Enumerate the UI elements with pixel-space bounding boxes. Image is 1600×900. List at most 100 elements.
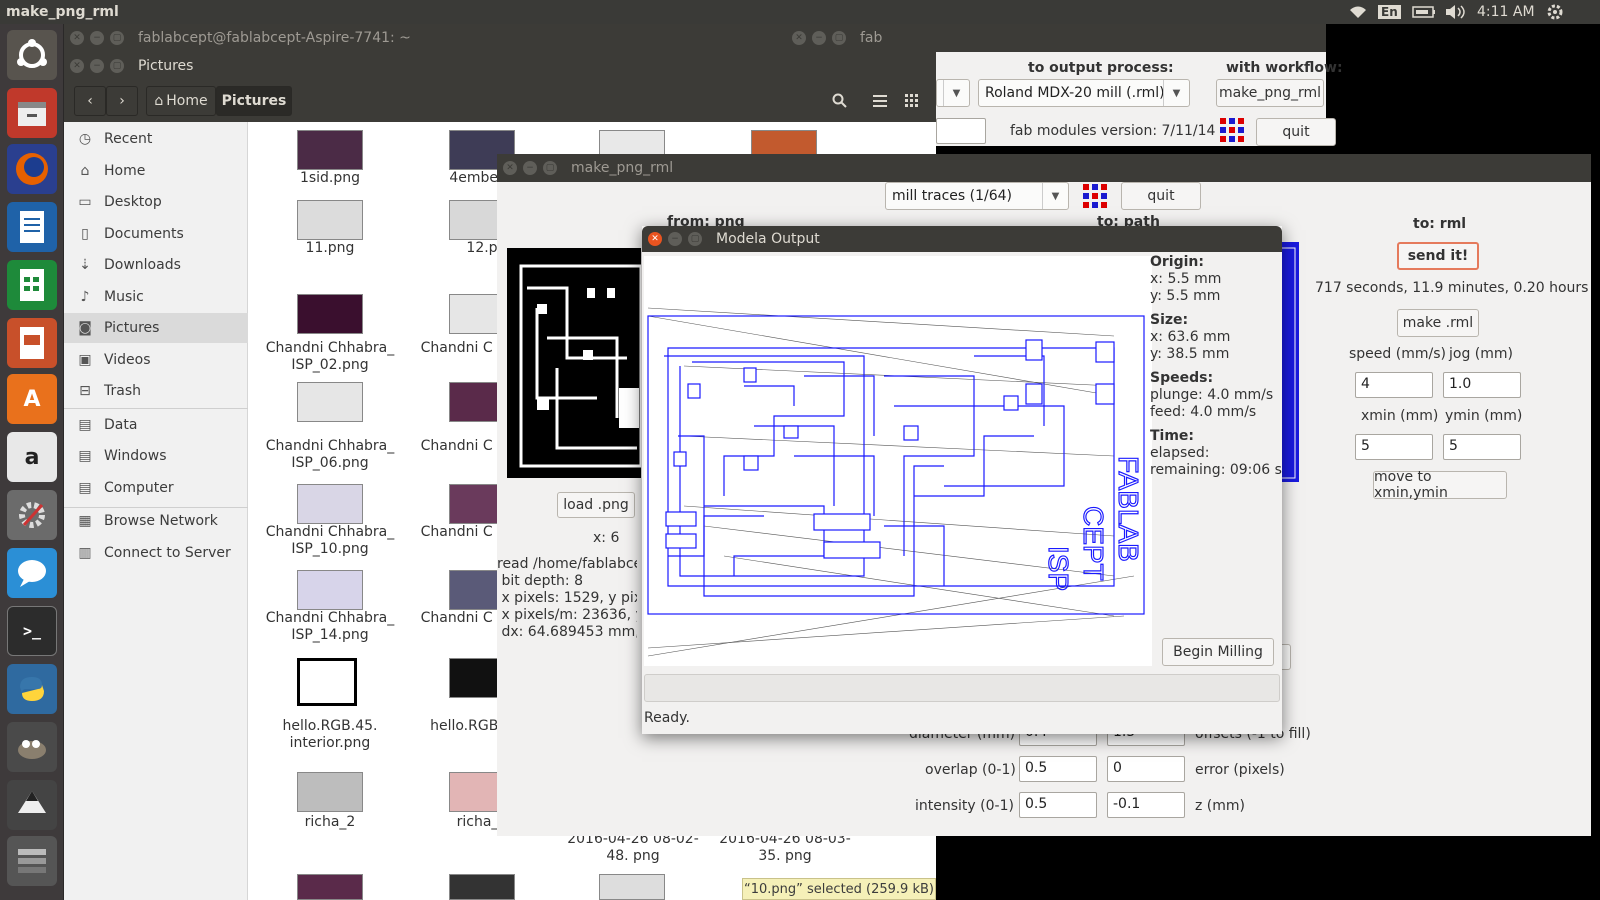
minimize-icon[interactable]: − [668,232,682,246]
search-button[interactable] [824,86,856,116]
wifi-icon[interactable] [1348,0,1368,24]
file-name[interactable]: 11.png [255,240,405,257]
terminal-icon[interactable]: >_ [7,606,57,656]
file-name[interactable]: 1sid.png [255,170,405,187]
file-thumbnail[interactable] [297,772,363,812]
amazon-icon[interactable]: a [7,432,57,482]
maximize-icon[interactable]: ▢ [110,31,124,45]
file-thumbnail[interactable] [297,484,363,524]
keyboard-layout-indicator[interactable]: En [1378,0,1401,24]
minimize-icon[interactable]: − [523,161,537,175]
file-name[interactable]: Chandni Chhabra_ ISP_14.png [255,610,405,644]
minimize-icon[interactable]: − [812,31,826,45]
volume-icon[interactable] [1444,0,1466,24]
maximize-icon[interactable]: ▢ [688,232,702,246]
close-icon[interactable]: ✕ [503,161,517,175]
grid-view-button[interactable] [896,86,928,116]
impress-icon[interactable] [7,318,57,368]
python-icon[interactable] [7,664,57,714]
fab-titlebar[interactable]: ✕ − ▢ fab [786,24,1326,52]
file-thumbnail[interactable] [297,130,363,170]
make-titlebar[interactable]: ✕ − ▢ make_png_rml [497,154,1591,182]
path-pictures-button[interactable]: Pictures [216,86,292,116]
file-thumbnail[interactable] [599,874,665,900]
file-thumbnail[interactable] [449,874,515,900]
workflow-select[interactable]: make_png_rml [1216,79,1324,107]
output-process-select[interactable]: Roland MDX-20 mill (.rml) ▼ [978,79,1190,107]
sidebar-item-browse-network[interactable]: ▦ Browse Network [76,506,246,536]
file-thumbnail[interactable] [297,294,363,334]
terminal-titlebar[interactable]: ✕ − ▢ fablabcept@fablabcept-Aspire-7741:… [64,24,786,52]
files-icon[interactable] [7,88,57,138]
file-name[interactable]: Chandni Chhabra_ ISP_10.png [255,524,405,558]
sidebar-item-documents[interactable]: ▯ Documents [76,219,246,249]
back-button[interactable]: ‹ [74,86,106,116]
path-home-button[interactable]: ⌂ Home [146,86,216,116]
jog-input[interactable]: 1.0 [1443,372,1521,398]
fab-field[interactable] [936,118,986,144]
inkscape-icon[interactable] [7,780,57,830]
power-gear-icon[interactable] [1546,0,1564,24]
sidebar-item-home[interactable]: ⌂ Home [76,156,246,186]
file-thumbnail[interactable] [297,200,363,240]
sidebar-item-downloads[interactable]: ⇣ Downloads [76,250,246,280]
input-format-select[interactable]: ▼ [936,79,970,107]
file-thumbnail[interactable] [297,570,363,610]
close-icon[interactable]: ✕ [648,232,662,246]
sidebar-item-music[interactable]: ♪ Music [76,282,246,312]
empathy-icon[interactable] [7,548,57,598]
make-quit-button[interactable]: quit [1121,182,1201,210]
firefox-icon[interactable] [7,144,57,194]
battery-icon[interactable] [1412,0,1436,24]
file-name[interactable]: Chandni Chhabra_ ISP_02.png [255,340,405,374]
maximize-icon[interactable]: ▢ [110,59,124,73]
sidebar-item-videos[interactable]: ▣ Videos [76,345,246,375]
minimize-icon[interactable]: − [90,31,104,45]
z-input[interactable]: -0.1 [1107,792,1185,818]
speed-input[interactable]: 4 [1355,372,1433,398]
sidebar-item-windows[interactable]: ▤ Windows [76,441,246,471]
list-view-button[interactable] [864,86,896,116]
overlap-input[interactable]: 0.5 [1019,756,1097,782]
xmin-input[interactable]: 5 [1355,434,1433,460]
file-thumbnail[interactable] [297,382,363,422]
sidebar-item-computer[interactable]: ▤ Computer [76,473,246,503]
maximize-icon[interactable]: ▢ [832,31,846,45]
file-name[interactable]: Chandni Chhabra_ ISP_06.png [255,438,405,472]
load-png-button[interactable]: load .png [557,492,635,518]
workspace-switcher-icon[interactable] [7,836,57,886]
file-thumbnail[interactable] [297,874,363,900]
sidebar-item-connect-to-server[interactable]: ▥ Connect to Server [76,538,246,568]
gimp-icon[interactable] [7,722,57,772]
sidebar-item-pictures[interactable]: ◙ Pictures [64,313,248,343]
software-center-icon[interactable]: A [7,374,57,424]
maximize-icon[interactable]: ▢ [543,161,557,175]
make-rml-button[interactable]: make .rml [1397,309,1479,337]
file-name[interactable]: richa_2 [255,814,405,831]
writer-icon[interactable] [7,202,57,252]
settings-icon[interactable] [7,490,57,540]
file-thumbnail[interactable] [297,658,357,706]
sidebar-item-trash[interactable]: ⊟ Trash [76,376,246,406]
sidebar-item-recent[interactable]: ◷ Recent [76,124,246,154]
close-icon[interactable]: ✕ [792,31,806,45]
terminal-window[interactable]: ✕ − ▢ fablabcept@fablabcept-Aspire-7741:… [64,24,786,52]
close-icon[interactable]: ✕ [70,59,84,73]
begin-milling-button[interactable]: Begin Milling [1162,638,1274,666]
clock[interactable]: 4:11 AM [1477,0,1535,24]
modela-titlebar[interactable]: ✕ − ▢ Modela Output [642,226,1282,252]
intensity-input[interactable]: 0.5 [1019,792,1097,818]
forward-button[interactable]: › [106,86,138,116]
fab-quit-button[interactable]: quit [1256,118,1336,146]
close-icon[interactable]: ✕ [70,31,84,45]
minimize-icon[interactable]: − [90,59,104,73]
ubuntu-dash-icon[interactable] [7,30,57,80]
sidebar-item-desktop[interactable]: ▭ Desktop [76,187,246,217]
modela-output-window[interactable]: ✕ − ▢ Modela Output FABLAB CEPT ISP Orig… [642,226,1282,734]
ymin-input[interactable]: 5 [1443,434,1521,460]
send-it-button[interactable]: send it! [1397,242,1479,270]
sidebar-item-data[interactable]: ▤ Data [76,410,246,440]
file-name[interactable]: hello.RGB.45. interior.png [255,718,405,752]
error-input[interactable]: 0 [1107,756,1185,782]
calc-icon[interactable] [7,260,57,310]
